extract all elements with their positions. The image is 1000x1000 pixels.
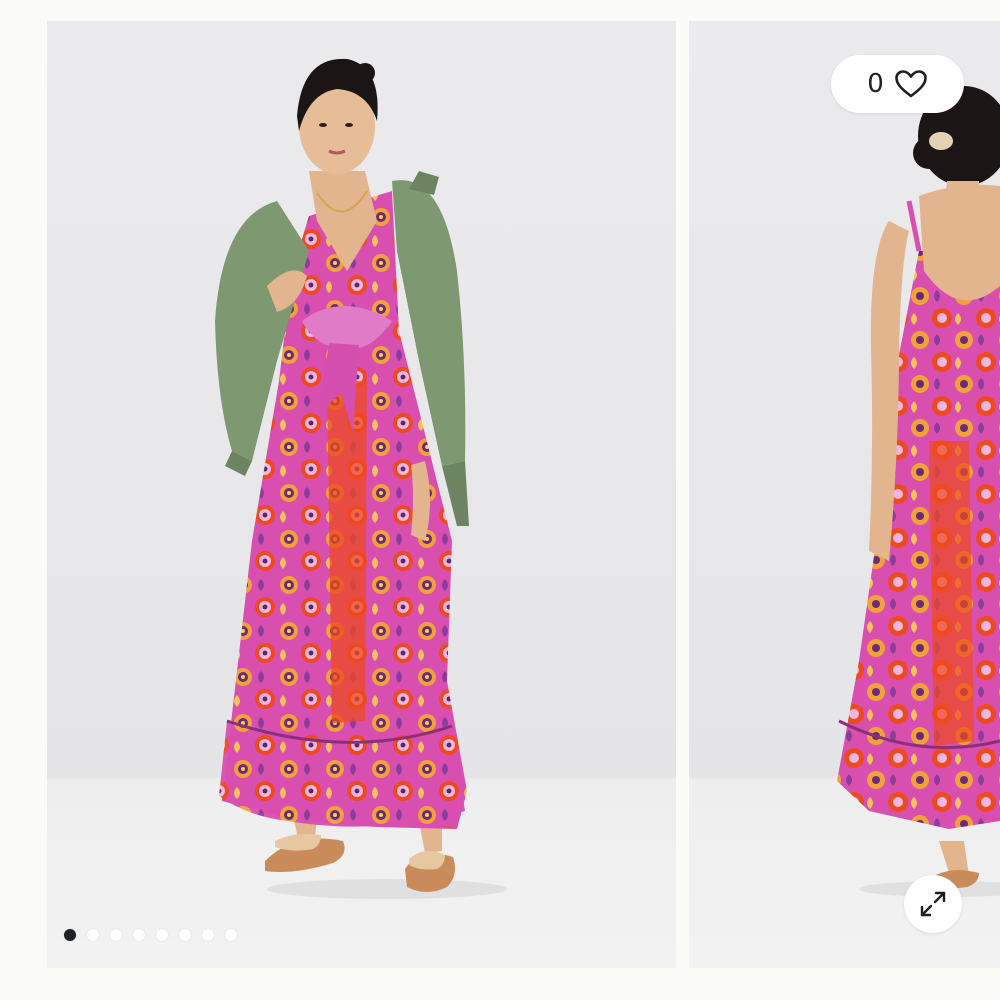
pagination-dot-3[interactable] — [110, 929, 122, 941]
pagination-dot-1[interactable] — [64, 929, 76, 941]
product-image-gallery[interactable]: 0 — [0, 0, 1000, 1000]
pagination-dot-5[interactable] — [156, 929, 168, 941]
model-front-illustration — [215, 58, 507, 899]
product-photo-back[interactable] — [689, 21, 1000, 968]
expand-image-button[interactable] — [904, 875, 962, 933]
pagination-dot-8[interactable] — [225, 929, 237, 941]
pagination-dot-4[interactable] — [133, 929, 145, 941]
pagination-dot-2[interactable] — [87, 929, 99, 941]
pagination-dot-6[interactable] — [179, 929, 191, 941]
carousel-pagination — [64, 929, 237, 941]
product-photo-front[interactable] — [47, 21, 676, 968]
pagination-dot-7[interactable] — [202, 929, 214, 941]
expand-arrows-icon — [920, 891, 946, 917]
heart-icon — [894, 70, 927, 98]
wishlist-count: 0 — [867, 69, 884, 99]
wishlist-button[interactable]: 0 — [831, 55, 964, 113]
model-back-illustration — [837, 86, 1000, 897]
